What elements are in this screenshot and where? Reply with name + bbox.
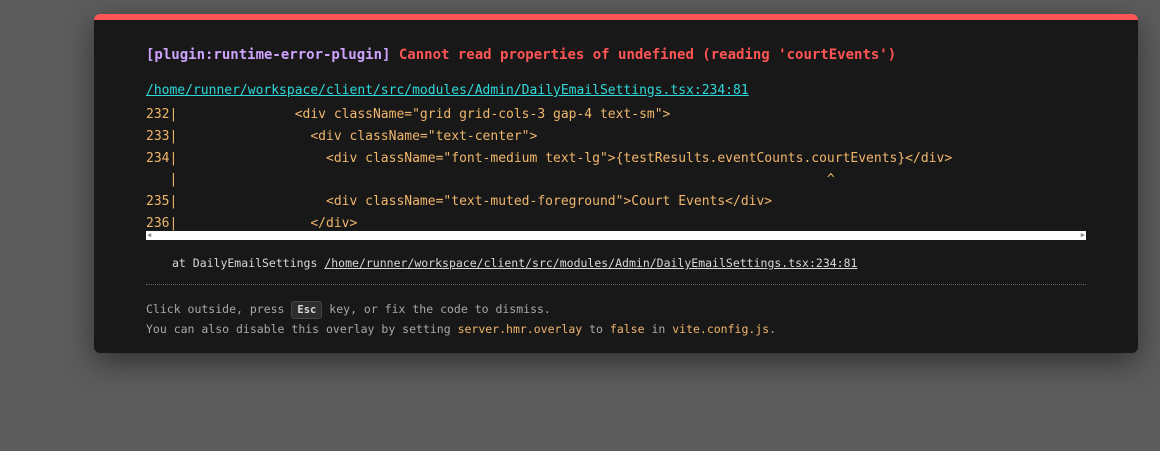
scroll-right-icon[interactable]: ▶ <box>1081 231 1085 240</box>
tip-text: in <box>644 322 673 336</box>
config-file: vite.config.js <box>672 322 770 336</box>
code-frame: 232| <div className="grid grid-cols-3 ga… <box>146 104 1086 240</box>
code-line: 234| <div className="font-medium text-lg… <box>146 150 953 166</box>
tip-text: You can also disable this overlay by set… <box>146 322 458 336</box>
tip-text: to <box>582 322 610 336</box>
stack-prefix: at DailyEmailSettings <box>172 256 325 270</box>
error-message: [plugin:runtime-error-plugin] Cannot rea… <box>146 47 896 63</box>
dismiss-tip: Click outside, press Esc key, or fix the… <box>146 301 551 319</box>
config-value: false <box>609 322 645 336</box>
error-overlay: [plugin:runtime-error-plugin] Cannot rea… <box>94 14 1138 353</box>
disable-tip: You can also disable this overlay by set… <box>146 322 776 336</box>
code-line: 232| <div className="grid grid-cols-3 ga… <box>146 107 671 122</box>
error-text: Cannot read properties of undefined (rea… <box>398 47 897 63</box>
stack-trace: at DailyEmailSettings /home/runner/works… <box>172 256 857 270</box>
plugin-tag: [plugin:runtime-error-plugin] <box>146 47 391 63</box>
code-pointer-line: | ^ <box>146 172 835 188</box>
code-line: 233| <div className="text-center"> <box>146 128 538 144</box>
stack-file-link[interactable]: /home/runner/workspace/client/src/module… <box>324 256 857 270</box>
file-path-link[interactable]: /home/runner/workspace/client/src/module… <box>146 83 749 98</box>
divider <box>146 284 1086 285</box>
code-line: 235| <div className="text-muted-foregrou… <box>146 194 773 210</box>
tip-text: key, or fix the code to dismiss. <box>322 302 551 316</box>
config-key: server.hmr.overlay <box>457 322 583 336</box>
tip-text: . <box>769 322 777 336</box>
esc-key-badge: Esc <box>291 301 323 319</box>
horizontal-scrollbar[interactable]: ◀ ▶ <box>146 231 1086 240</box>
tip-text: Click outside, press <box>146 302 292 316</box>
scroll-left-icon[interactable]: ◀ <box>147 231 151 240</box>
